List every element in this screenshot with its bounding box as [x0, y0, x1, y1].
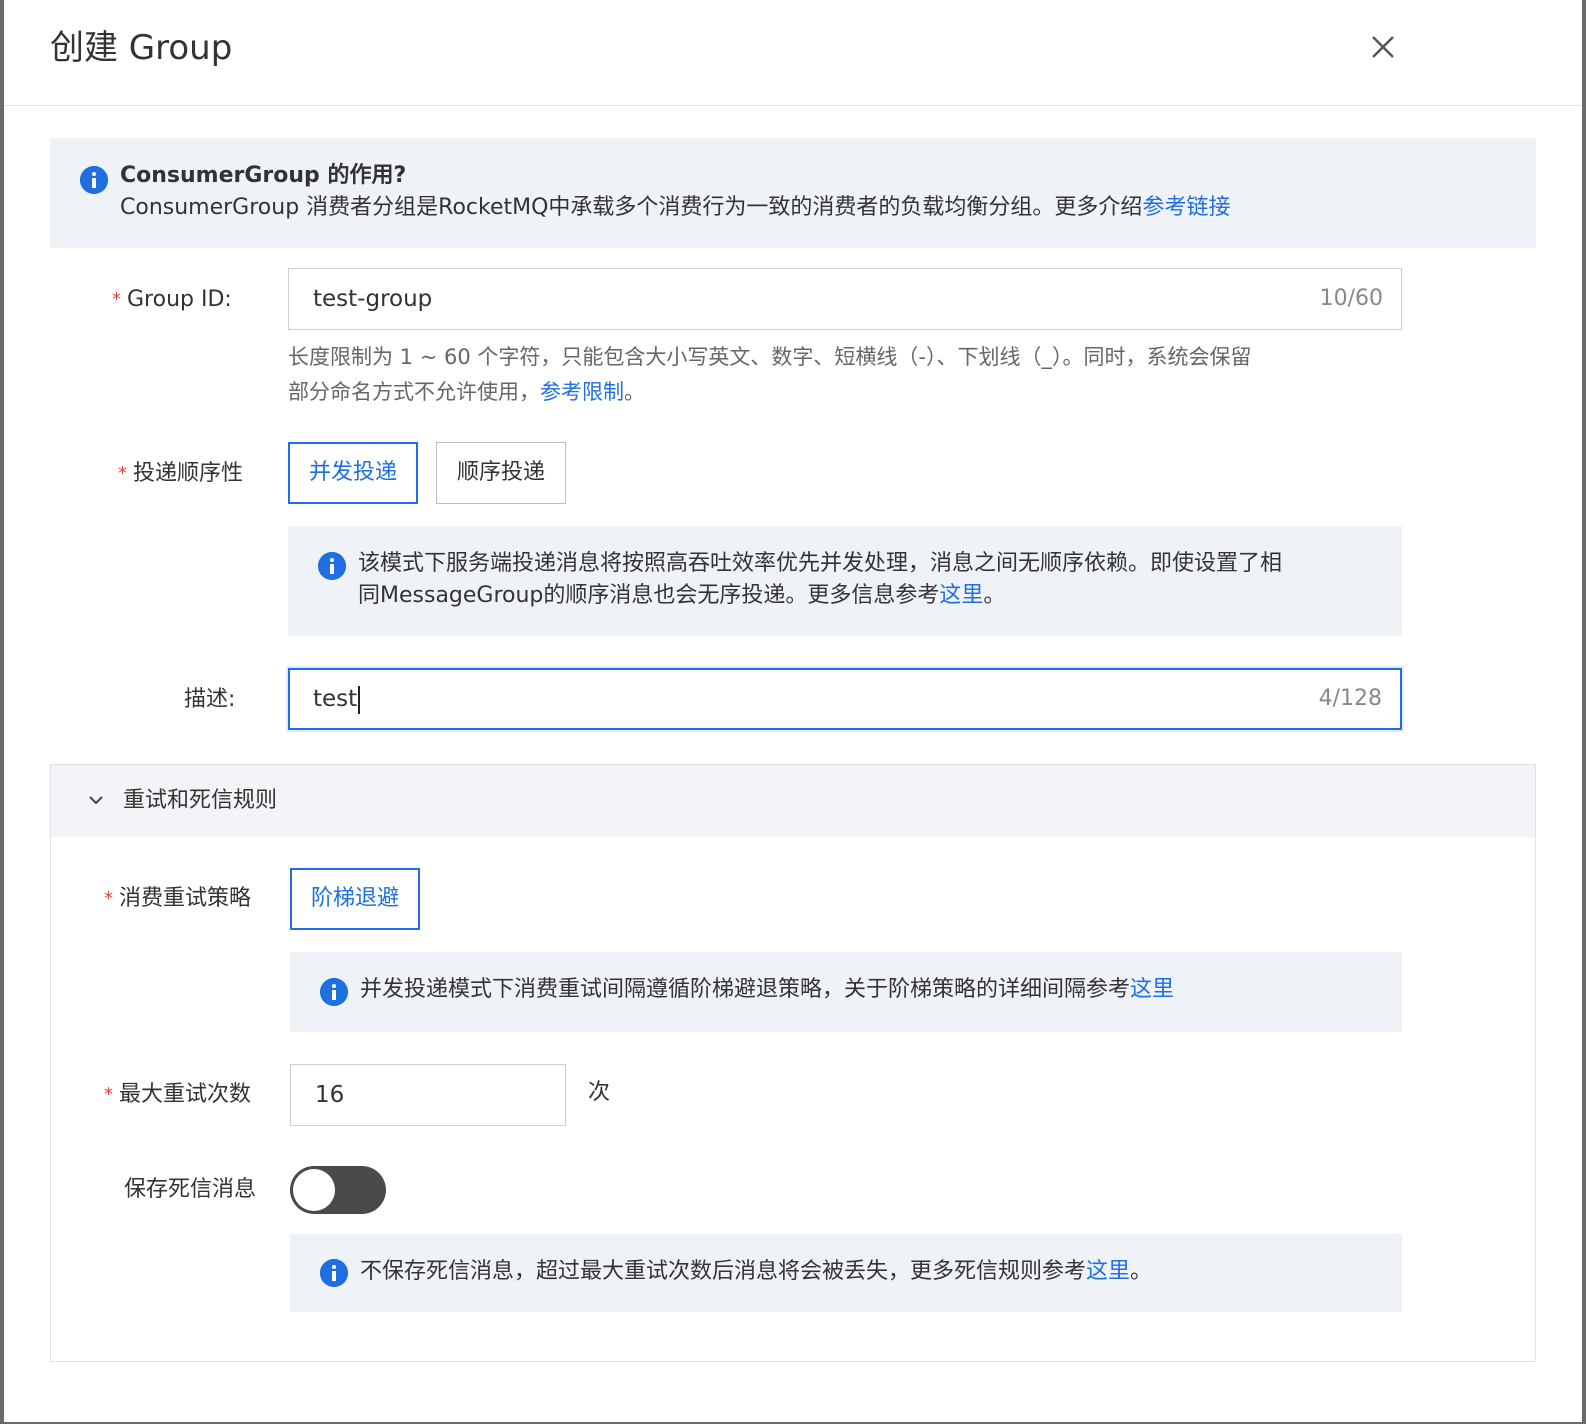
- step-backoff-option[interactable]: 阶梯退避: [290, 868, 420, 930]
- dead-letter-info-wrap: 不保存死信消息，超过最大重试次数后消息将会被丢失，更多死信规则参考这里。: [360, 1259, 1153, 1284]
- delivery-here-link[interactable]: 这里: [939, 583, 983, 608]
- info-icon: [320, 1259, 348, 1287]
- intro-reference-link[interactable]: 参考链接: [1142, 195, 1230, 220]
- group-id-label: * Group ID:: [112, 287, 232, 312]
- retry-strategy-info: 并发投递模式下消费重试间隔遵循阶梯避退策略，关于阶梯策略的详细间隔参考: [360, 977, 1131, 1002]
- group-id-value: test-group: [313, 286, 433, 312]
- required-mark: *: [118, 463, 127, 484]
- description-counter: 4/128: [1318, 686, 1382, 711]
- group-id-counter: 10/60: [1319, 286, 1383, 311]
- intro-text-line: ConsumerGroup 消费者分组是RocketMQ中承载多个消费行为一致的…: [120, 192, 1230, 224]
- max-retries-input[interactable]: 16: [290, 1064, 566, 1126]
- delivery-info-line2: 同MessageGroup的顺序消息也会无序投递。更多信息参考: [358, 583, 940, 608]
- retry-strategy-info-box: 并发投递模式下消费重试间隔遵循阶梯避退策略，关于阶梯策略的详细间隔参考这里: [290, 952, 1402, 1032]
- close-icon[interactable]: [1366, 30, 1400, 64]
- dialog-title: 创建 Group: [50, 28, 233, 68]
- toggle-knob: [293, 1169, 335, 1211]
- ordered-delivery-option[interactable]: 顺序投递: [436, 442, 566, 504]
- delivery-label: * 投递顺序性: [118, 461, 244, 486]
- description-input[interactable]: test 4/128: [288, 668, 1402, 730]
- max-retries-value: 16: [315, 1082, 345, 1108]
- required-mark: *: [104, 1084, 113, 1105]
- info-icon: [80, 166, 108, 194]
- dead-letter-toggle[interactable]: [290, 1166, 386, 1214]
- max-retries-unit: 次: [588, 1080, 611, 1105]
- description-value-wrap: test: [313, 670, 361, 728]
- group-id-help: 长度限制为 1 ~ 60 个字符，只能包含大小写英文、数字、短横线（-）、下划线…: [288, 340, 1408, 410]
- concurrent-delivery-option[interactable]: 并发投递: [288, 442, 418, 504]
- delivery-info-box: 该模式下服务端投递消息将按照高吞吐效率优先并发处理，消息之间无顺序依赖。即使设置…: [288, 526, 1402, 636]
- retry-strategy-label: * 消费重试策略: [104, 886, 252, 911]
- delivery-info-line2-wrap: 同MessageGroup的顺序消息也会无序投递。更多信息参考这里。: [358, 583, 1006, 608]
- retry-strategy-here-link[interactable]: 这里: [1130, 977, 1174, 1002]
- description-label: 描述:: [184, 687, 236, 712]
- dead-letter-label: 保存死信消息: [124, 1177, 257, 1202]
- group-id-input[interactable]: test-group 10/60: [288, 268, 1402, 330]
- group-id-help-line1: 长度限制为 1 ~ 60 个字符，只能包含大小写英文、数字、短横线（-）、下划线…: [288, 345, 1252, 369]
- max-retries-label: * 最大重试次数: [104, 1082, 252, 1107]
- info-icon: [318, 552, 346, 580]
- text-caret: [358, 685, 361, 714]
- description-value: test: [313, 686, 358, 712]
- required-mark: *: [104, 888, 113, 909]
- chevron-down-icon: [89, 796, 103, 805]
- retry-strategy-info-wrap: 并发投递模式下消费重试间隔遵循阶梯避退策略，关于阶梯策略的详细间隔参考这里: [360, 974, 1174, 1006]
- create-group-dialog: 创建 Group ConsumerGroup 的作用? ConsumerGrou…: [0, 0, 1586, 1424]
- dead-letter-info: 不保存死信消息，超过最大重试次数后消息将会被丢失，更多死信规则参考: [360, 1259, 1087, 1284]
- retry-section-header[interactable]: 重试和死信规则: [51, 765, 1535, 837]
- delivery-info-line1: 该模式下服务端投递消息将按照高吞吐效率优先并发处理，消息之间无顺序依赖。即使设置…: [358, 551, 1283, 576]
- group-id-limit-link[interactable]: 参考限制: [540, 380, 624, 404]
- group-id-help-line2-wrap: 部分命名方式不允许使用，参考限制。: [288, 380, 645, 404]
- dialog-header: 创建 Group: [4, 0, 1582, 106]
- retry-section-title: 重试和死信规则: [123, 788, 278, 813]
- group-id-help-line2: 部分命名方式不允许使用，: [288, 380, 540, 404]
- required-mark: *: [112, 289, 121, 310]
- info-icon: [320, 978, 348, 1006]
- dead-letter-here-link[interactable]: 这里: [1086, 1259, 1130, 1284]
- intro-info-box: ConsumerGroup 的作用? ConsumerGroup 消费者分组是R…: [50, 138, 1536, 248]
- intro-text: ConsumerGroup 消费者分组是RocketMQ中承载多个消费行为一致的…: [120, 195, 1143, 220]
- dead-letter-info-box: 不保存死信消息，超过最大重试次数后消息将会被丢失，更多死信规则参考这里。: [290, 1234, 1402, 1312]
- intro-heading: ConsumerGroup 的作用?: [120, 163, 407, 188]
